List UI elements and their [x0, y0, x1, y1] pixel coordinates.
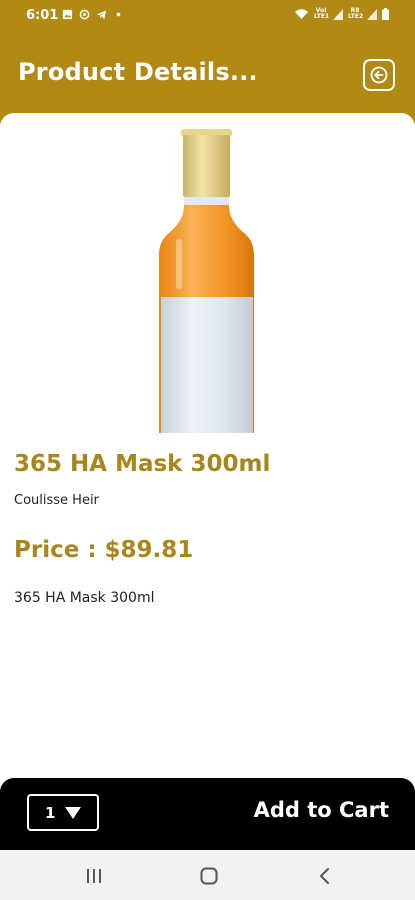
status-bar: 6:01 VoI LTE1 R8 LTE2 [0, 0, 415, 34]
recents-button[interactable] [82, 864, 106, 888]
product-name: 365 HA Mask 300ml [14, 451, 271, 477]
back-arrow-icon [370, 66, 388, 84]
quantity-select[interactable]: 1 [27, 794, 99, 831]
add-to-cart-button[interactable]: Add to Cart [254, 798, 389, 822]
back-button[interactable] [363, 59, 395, 91]
wifi-icon [295, 9, 308, 19]
caret-down-icon [65, 806, 82, 819]
battery-icon [382, 8, 389, 20]
quantity-value: 1 [45, 803, 56, 822]
status-indicators: VoI LTE1 R8 LTE2 [294, 8, 389, 20]
nav-back-icon [320, 868, 329, 884]
gallery-icon [62, 9, 73, 20]
home-icon [200, 867, 218, 885]
signal-icon-1 [333, 8, 343, 20]
system-nav-bar [0, 850, 415, 900]
network-label-2: R8 LTE2 [348, 7, 364, 20]
product-brand: Coulisse Heir [14, 493, 99, 508]
status-time: 6:01 [26, 8, 59, 23]
product-description: 365 HA Mask 300ml [14, 590, 155, 606]
dot-icon [116, 12, 121, 17]
product-image [159, 129, 254, 433]
recents-icon [87, 869, 101, 883]
settings-notification-icon [79, 9, 90, 20]
signal-icon-2 [367, 8, 377, 20]
page-title: Product Details... [18, 58, 258, 86]
product-details-card: 365 HA Mask 300ml Coulisse Heir Price : … [0, 113, 415, 783]
network-label-1: VoI LTE1 [314, 7, 330, 20]
cart-bar: 1 Add to Cart [0, 778, 415, 850]
telegram-icon [96, 10, 107, 20]
home-button[interactable] [197, 864, 221, 888]
notification-icons [62, 9, 124, 20]
product-price: Price : $89.81 [14, 537, 194, 563]
app-header: Product Details... [0, 34, 415, 124]
nav-back-button[interactable] [313, 864, 337, 888]
